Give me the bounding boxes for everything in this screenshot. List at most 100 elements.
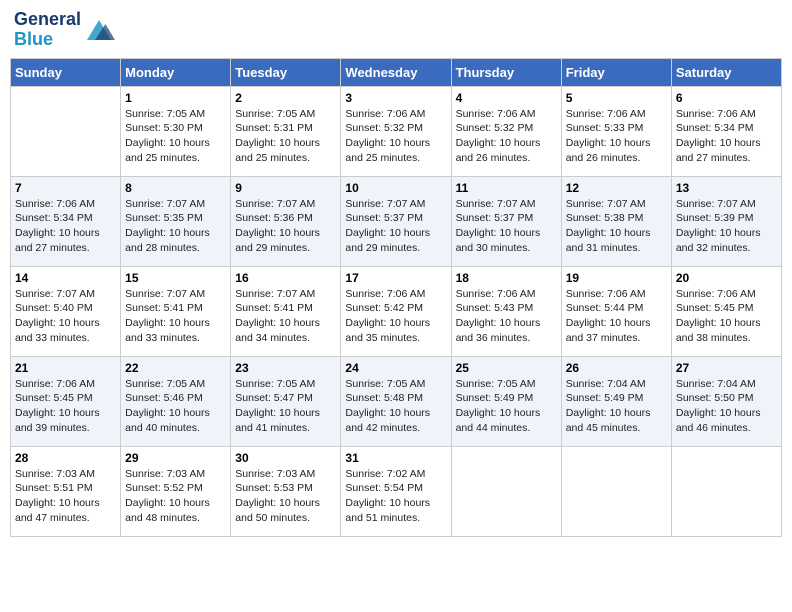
calendar-cell: 16 Sunrise: 7:07 AM Sunset: 5:41 PM Dayl… [231,266,341,356]
day-number: 20 [676,271,777,285]
day-info: Sunrise: 7:06 AM Sunset: 5:44 PM Dayligh… [566,287,667,346]
day-number: 13 [676,181,777,195]
calendar-cell: 6 Sunrise: 7:06 AM Sunset: 5:34 PM Dayli… [671,86,781,176]
day-info: Sunrise: 7:04 AM Sunset: 5:49 PM Dayligh… [566,377,667,436]
day-info: Sunrise: 7:06 AM Sunset: 5:32 PM Dayligh… [345,107,446,166]
calendar-cell: 27 Sunrise: 7:04 AM Sunset: 5:50 PM Dayl… [671,356,781,446]
day-number: 10 [345,181,446,195]
day-info: Sunrise: 7:05 AM Sunset: 5:48 PM Dayligh… [345,377,446,436]
day-number: 6 [676,91,777,105]
day-number: 29 [125,451,226,465]
day-info: Sunrise: 7:06 AM Sunset: 5:43 PM Dayligh… [456,287,557,346]
day-number: 17 [345,271,446,285]
day-number: 5 [566,91,667,105]
calendar-cell [561,446,671,536]
page-header: GeneralBlue [10,10,782,50]
calendar-cell: 11 Sunrise: 7:07 AM Sunset: 5:37 PM Dayl… [451,176,561,266]
calendar-cell: 9 Sunrise: 7:07 AM Sunset: 5:36 PM Dayli… [231,176,341,266]
calendar-cell: 3 Sunrise: 7:06 AM Sunset: 5:32 PM Dayli… [341,86,451,176]
calendar-table: SundayMondayTuesdayWednesdayThursdayFrid… [10,58,782,537]
day-number: 15 [125,271,226,285]
week-row: 1 Sunrise: 7:05 AM Sunset: 5:30 PM Dayli… [11,86,782,176]
day-number: 11 [456,181,557,195]
logo: GeneralBlue [14,10,115,50]
day-number: 24 [345,361,446,375]
day-info: Sunrise: 7:07 AM Sunset: 5:37 PM Dayligh… [456,197,557,256]
calendar-cell [451,446,561,536]
calendar-cell: 21 Sunrise: 7:06 AM Sunset: 5:45 PM Dayl… [11,356,121,446]
calendar-cell: 26 Sunrise: 7:04 AM Sunset: 5:49 PM Dayl… [561,356,671,446]
calendar-cell: 31 Sunrise: 7:02 AM Sunset: 5:54 PM Dayl… [341,446,451,536]
day-number: 27 [676,361,777,375]
day-info: Sunrise: 7:07 AM Sunset: 5:36 PM Dayligh… [235,197,336,256]
day-info: Sunrise: 7:07 AM Sunset: 5:41 PM Dayligh… [125,287,226,346]
day-info: Sunrise: 7:07 AM Sunset: 5:37 PM Dayligh… [345,197,446,256]
day-number: 3 [345,91,446,105]
day-number: 2 [235,91,336,105]
calendar-cell: 5 Sunrise: 7:06 AM Sunset: 5:33 PM Dayli… [561,86,671,176]
day-info: Sunrise: 7:07 AM Sunset: 5:35 PM Dayligh… [125,197,226,256]
day-number: 7 [15,181,116,195]
day-number: 22 [125,361,226,375]
day-number: 26 [566,361,667,375]
week-row: 21 Sunrise: 7:06 AM Sunset: 5:45 PM Dayl… [11,356,782,446]
day-info: Sunrise: 7:05 AM Sunset: 5:31 PM Dayligh… [235,107,336,166]
calendar-cell: 13 Sunrise: 7:07 AM Sunset: 5:39 PM Dayl… [671,176,781,266]
calendar-cell: 2 Sunrise: 7:05 AM Sunset: 5:31 PM Dayli… [231,86,341,176]
calendar-cell: 14 Sunrise: 7:07 AM Sunset: 5:40 PM Dayl… [11,266,121,356]
logo-text: GeneralBlue [14,10,81,50]
calendar-cell: 12 Sunrise: 7:07 AM Sunset: 5:38 PM Dayl… [561,176,671,266]
day-info: Sunrise: 7:06 AM Sunset: 5:42 PM Dayligh… [345,287,446,346]
calendar-cell [11,86,121,176]
day-info: Sunrise: 7:07 AM Sunset: 5:41 PM Dayligh… [235,287,336,346]
calendar-cell: 30 Sunrise: 7:03 AM Sunset: 5:53 PM Dayl… [231,446,341,536]
calendar-cell: 10 Sunrise: 7:07 AM Sunset: 5:37 PM Dayl… [341,176,451,266]
calendar-cell: 17 Sunrise: 7:06 AM Sunset: 5:42 PM Dayl… [341,266,451,356]
day-info: Sunrise: 7:05 AM Sunset: 5:30 PM Dayligh… [125,107,226,166]
day-info: Sunrise: 7:07 AM Sunset: 5:38 PM Dayligh… [566,197,667,256]
day-number: 30 [235,451,336,465]
calendar-cell: 18 Sunrise: 7:06 AM Sunset: 5:43 PM Dayl… [451,266,561,356]
day-number: 23 [235,361,336,375]
calendar-cell: 23 Sunrise: 7:05 AM Sunset: 5:47 PM Dayl… [231,356,341,446]
week-row: 28 Sunrise: 7:03 AM Sunset: 5:51 PM Dayl… [11,446,782,536]
day-info: Sunrise: 7:06 AM Sunset: 5:34 PM Dayligh… [15,197,116,256]
calendar-cell: 29 Sunrise: 7:03 AM Sunset: 5:52 PM Dayl… [121,446,231,536]
week-row: 7 Sunrise: 7:06 AM Sunset: 5:34 PM Dayli… [11,176,782,266]
day-number: 1 [125,91,226,105]
calendar-cell: 1 Sunrise: 7:05 AM Sunset: 5:30 PM Dayli… [121,86,231,176]
day-number: 16 [235,271,336,285]
col-header-sunday: Sunday [11,58,121,86]
col-header-saturday: Saturday [671,58,781,86]
header-row: SundayMondayTuesdayWednesdayThursdayFrid… [11,58,782,86]
calendar-cell: 20 Sunrise: 7:06 AM Sunset: 5:45 PM Dayl… [671,266,781,356]
day-info: Sunrise: 7:05 AM Sunset: 5:47 PM Dayligh… [235,377,336,436]
col-header-wednesday: Wednesday [341,58,451,86]
day-number: 18 [456,271,557,285]
day-info: Sunrise: 7:07 AM Sunset: 5:39 PM Dayligh… [676,197,777,256]
day-number: 8 [125,181,226,195]
calendar-cell [671,446,781,536]
day-info: Sunrise: 7:03 AM Sunset: 5:52 PM Dayligh… [125,467,226,526]
day-info: Sunrise: 7:06 AM Sunset: 5:33 PM Dayligh… [566,107,667,166]
day-number: 21 [15,361,116,375]
day-info: Sunrise: 7:05 AM Sunset: 5:49 PM Dayligh… [456,377,557,436]
day-info: Sunrise: 7:05 AM Sunset: 5:46 PM Dayligh… [125,377,226,436]
calendar-cell: 15 Sunrise: 7:07 AM Sunset: 5:41 PM Dayl… [121,266,231,356]
calendar-cell: 28 Sunrise: 7:03 AM Sunset: 5:51 PM Dayl… [11,446,121,536]
day-info: Sunrise: 7:06 AM Sunset: 5:45 PM Dayligh… [676,287,777,346]
day-number: 31 [345,451,446,465]
col-header-friday: Friday [561,58,671,86]
calendar-cell: 7 Sunrise: 7:06 AM Sunset: 5:34 PM Dayli… [11,176,121,266]
col-header-monday: Monday [121,58,231,86]
calendar-cell: 4 Sunrise: 7:06 AM Sunset: 5:32 PM Dayli… [451,86,561,176]
day-info: Sunrise: 7:07 AM Sunset: 5:40 PM Dayligh… [15,287,116,346]
day-info: Sunrise: 7:03 AM Sunset: 5:51 PM Dayligh… [15,467,116,526]
day-number: 12 [566,181,667,195]
day-info: Sunrise: 7:03 AM Sunset: 5:53 PM Dayligh… [235,467,336,526]
logo-icon [83,16,115,44]
col-header-thursday: Thursday [451,58,561,86]
col-header-tuesday: Tuesday [231,58,341,86]
calendar-cell: 25 Sunrise: 7:05 AM Sunset: 5:49 PM Dayl… [451,356,561,446]
week-row: 14 Sunrise: 7:07 AM Sunset: 5:40 PM Dayl… [11,266,782,356]
